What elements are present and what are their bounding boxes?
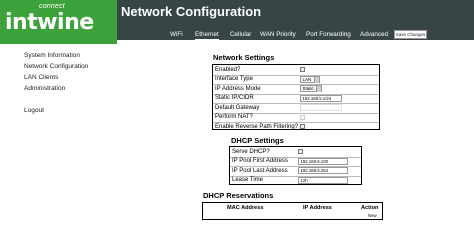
serve-dhcp-checkbox[interactable] [298,149,303,154]
label-pool-last: IP Pool Last Address [232,167,288,174]
sidebar-item-logout[interactable]: Logout [24,107,44,114]
brand-logo: connect intwine [0,0,117,44]
sidebar-item-lan-clients[interactable]: LAN Clients [24,74,58,81]
pool-first-address-field[interactable]: 192.168.5.100 [298,157,348,165]
ip-address-mode-value: Static [302,86,314,92]
ip-address-mode-select[interactable]: Static [300,85,322,93]
divider [213,112,379,114]
divider [213,74,379,76]
brand-name: intwine [5,10,94,35]
label-default-gateway: Default Gateway [215,104,260,111]
reverse-path-filtering-checkbox[interactable] [300,124,305,129]
pool-last-address-field[interactable]: 192.168.5.254 [298,167,348,175]
label-reverse-path-filtering: Enable Reverse Path Filtering? [215,123,299,130]
sidebar-item-system-information[interactable]: System Information [24,52,80,59]
static-ip-field[interactable]: 192.168.5.1/24 [300,94,342,102]
column-ip-address: IP Address [303,204,332,211]
label-serve-dhcp: Serve DHCP? [232,148,270,155]
brand-tagline: connect [39,3,65,10]
interface-type-select[interactable]: LAN [300,75,320,83]
sidebar-item-network-configuration[interactable]: Network Configuration [24,63,88,70]
tab-ethernet[interactable]: Ethernet [195,31,219,41]
save-changes-button[interactable]: Save Changes [394,30,427,39]
interface-type-value: LAN [302,76,312,82]
label-pool-first: IP Pool First Address [232,158,288,165]
label-static-ip: Static IP/CIDR [215,95,254,102]
header-bar: Network Configuration WiFi Ethernet Cell… [117,0,474,41]
label-ip-address-mode: IP Address Mode [215,85,261,92]
tab-port-forwarding[interactable]: Port Forwarding [306,31,351,38]
network-settings-table: Enabled? Interface Type LAN IP Address M… [212,64,380,130]
page-title: Network Configuration [121,4,262,19]
divider [213,93,379,95]
dhcp-settings-table: Serve DHCP? IP Pool First Address 192.16… [229,146,362,185]
divider [213,103,379,104]
default-gateway-field[interactable] [300,104,342,112]
new-reservation-button[interactable]: New [368,213,377,218]
dhcp-reservations-table: MAC Address IP Address Action New [202,202,383,220]
label-lease-time: Lease Time [232,177,264,184]
dhcp-reservations-title: DHCP Reservations [203,191,274,200]
dhcp-settings-title: DHCP Settings [231,136,284,145]
label-perform-nat: Perform NAT? [215,114,253,121]
sidebar: connect intwine System Information Netwo… [0,0,117,250]
perform-nat-checkbox[interactable] [300,114,305,120]
column-mac-address: MAC Address [227,204,264,211]
tab-advanced[interactable]: Advanced [360,31,388,38]
sidebar-item-administration[interactable]: Administration [24,85,65,92]
tab-cellular[interactable]: Cellular [230,31,251,38]
divider [213,84,379,85]
tab-wifi[interactable]: WiFi [170,31,183,38]
enabled-checkbox[interactable] [300,67,305,72]
lease-time-field[interactable]: 12h [298,176,348,184]
label-interface-type: Interface Type [215,76,253,83]
label-enabled: Enabled? [215,66,241,73]
column-action: Action [361,204,379,211]
chevron-down-icon [316,86,321,93]
tab-wan-priority[interactable]: WAN Priority [260,31,296,38]
network-settings-title: Network Settings [213,53,275,62]
divider [213,122,379,123]
chevron-down-icon [314,76,319,83]
